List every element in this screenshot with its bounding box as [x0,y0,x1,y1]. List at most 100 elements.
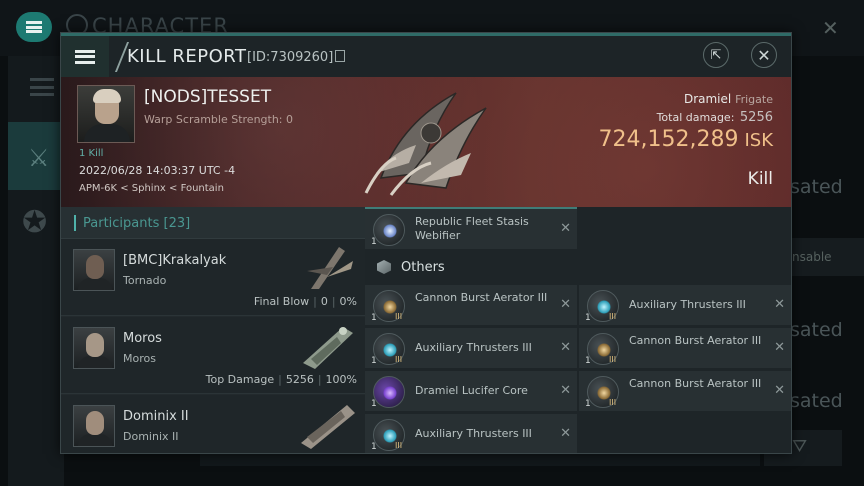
item-level: III [395,312,403,321]
item-level: III [609,355,617,364]
item-row[interactable]: 1 Dramiel Lucifer Core ✕ [365,371,577,412]
hamburger-icon [75,49,95,64]
item-name: Cannon Burst Aerator III [629,377,762,390]
participant-damage: 0 [320,295,328,308]
sidebar-item-combat[interactable]: ⚔ [8,122,64,190]
participant-row[interactable]: [BMC]Krakalyak Tornado Final Blow | 0 | 0% [61,239,365,316]
item-quantity: 1 [585,399,591,409]
background-close-icon[interactable]: ✕ [822,16,839,40]
participant-ship-image [307,247,353,289]
core-icon [373,376,405,408]
item-level: III [395,441,403,450]
participant-ship: Dominix II [123,430,179,443]
participants-title: Participants [23] [83,216,191,231]
item-name: Dramiel Lucifer Core [415,384,528,397]
isk-unit: ISK [744,130,773,151]
item-x-icon: ✕ [774,383,785,398]
item-row[interactable]: 1 III Cannon Burst Aerator III ✕ [365,285,577,326]
item-row[interactable]: 1 III Auxiliary Thrusters III ✕ [365,414,577,453]
item-row[interactable]: 1 III Cannon Burst Aerator III ✕ [579,371,791,412]
background-label-3: sated [790,390,843,412]
kill-id: [ID:7309260] [247,50,334,65]
victim-ship: Dramiel Frigate [591,92,773,106]
participant-portrait[interactable] [73,327,115,369]
close-button[interactable]: ✕ [751,42,777,68]
background-label-2: sated [790,319,843,341]
participant-percent: 100% [325,373,357,386]
victim-ship-image [364,92,487,196]
isk-value-row: 724,152,289 ISK [551,127,773,152]
item-row[interactable]: 1 III Auxiliary Thrusters III ✕ [365,328,577,369]
victim-banner: [NODS]TESSET Warp Scramble Strength: 0 1… [61,77,791,207]
total-damage: Total damage: 5256 [591,110,773,125]
victim-ship-class: Frigate [735,93,773,106]
result-label: Kill [747,169,773,189]
kill-count: 1 Kill [79,148,104,159]
item-level: III [609,398,617,407]
participants-panel: Participants [23] [BMC]Krakalyak Tornado… [61,207,365,453]
item-x-icon: ✕ [774,340,785,355]
participant-stat-label: Top Damage [205,373,275,386]
item-row[interactable]: 1 Republic Fleet Stasis Webifier ✕ [365,207,577,250]
item-x-icon: ✕ [560,383,571,398]
participant-ship-image [301,405,355,449]
modal-title: KILL REPORT [127,46,247,67]
main-menu-button[interactable] [16,12,52,42]
victim-ship-name[interactable]: Dramiel [684,92,731,106]
participant-name[interactable]: Moros [123,331,162,346]
item-category: Others [365,255,791,281]
item-name: Cannon Burst Aerator III [629,334,762,347]
participant-stats: Final Blow | 0 | 0% [253,295,357,308]
sidebar-menu-icon[interactable] [30,78,54,96]
header-divider [106,42,130,72]
item-quantity: 1 [371,313,377,323]
category-label: Others [401,260,445,275]
participant-name[interactable]: [BMC]Krakalyak [123,253,226,268]
stasis-webifier-icon [373,214,405,246]
kill-report-modal: KILL REPORT [ID:7309260] ⇱ ✕ [NODS]TESSE… [60,32,792,454]
victim-portrait[interactable] [77,85,135,143]
item-quantity: 1 [371,237,377,247]
participant-stat-label: Final Blow [253,295,310,308]
modal-menu-button[interactable] [61,36,109,77]
participant-row[interactable]: Dominix II Dominix II [61,395,365,453]
item-level: III [609,312,617,321]
item-name: Cannon Burst Aerator III [415,291,548,304]
participant-ship-image [303,327,353,369]
item-name: Auxiliary Thrusters III [415,427,532,440]
external-link-icon: ⇱ [710,47,722,63]
item-quantity: 1 [371,399,377,409]
item-quantity: 1 [585,356,591,366]
item-name: Auxiliary Thrusters III [415,341,532,354]
close-icon: ✕ [757,45,771,65]
participant-name[interactable]: Dominix II [123,409,189,424]
item-row[interactable]: 1 III Cannon Burst Aerator III ✕ [579,328,791,369]
kill-datetime: 2022/06/28 14:03:37 UTC -4 [79,164,236,177]
item-x-icon: ✕ [774,297,785,312]
item-row[interactable]: 1 III Auxiliary Thrusters III ✕ [579,285,791,326]
copy-icon[interactable] [335,50,345,62]
modal-header: KILL REPORT [ID:7309260] ⇱ ✕ [61,36,791,77]
share-button[interactable]: ⇱ [703,42,729,68]
victim-name[interactable]: [NODS]TESSET [144,87,271,107]
participant-portrait[interactable] [73,249,115,291]
victim-subtitle: Warp Scramble Strength: 0 [144,113,294,126]
background-sidebar [8,56,64,486]
hamburger-icon [26,21,42,33]
participant-ship: Moros [123,352,156,365]
participant-stats: Top Damage | 5256 | 100% [205,373,357,386]
item-x-icon: ✕ [560,297,571,312]
crossed-swords-icon: ⚔ [28,144,50,172]
item-x-icon: ✕ [560,426,571,441]
items-panel: 1 Republic Fleet Stasis Webifier ✕ Other… [365,207,791,453]
participant-row[interactable]: Moros Moros Top Damage | 5256 | 100% [61,317,365,394]
total-damage-label: Total damage: [656,111,735,124]
star-badge-icon[interactable]: ✪ [22,205,62,249]
participant-percent: 0% [339,295,357,308]
item-x-icon: ✕ [560,340,571,355]
participant-damage: 5256 [285,373,314,386]
total-damage-value: 5256 [739,110,773,125]
item-quantity: 1 [371,356,377,366]
participant-portrait[interactable] [73,405,115,447]
kill-location[interactable]: APM-6K < Sphinx < Fountain [79,183,224,194]
